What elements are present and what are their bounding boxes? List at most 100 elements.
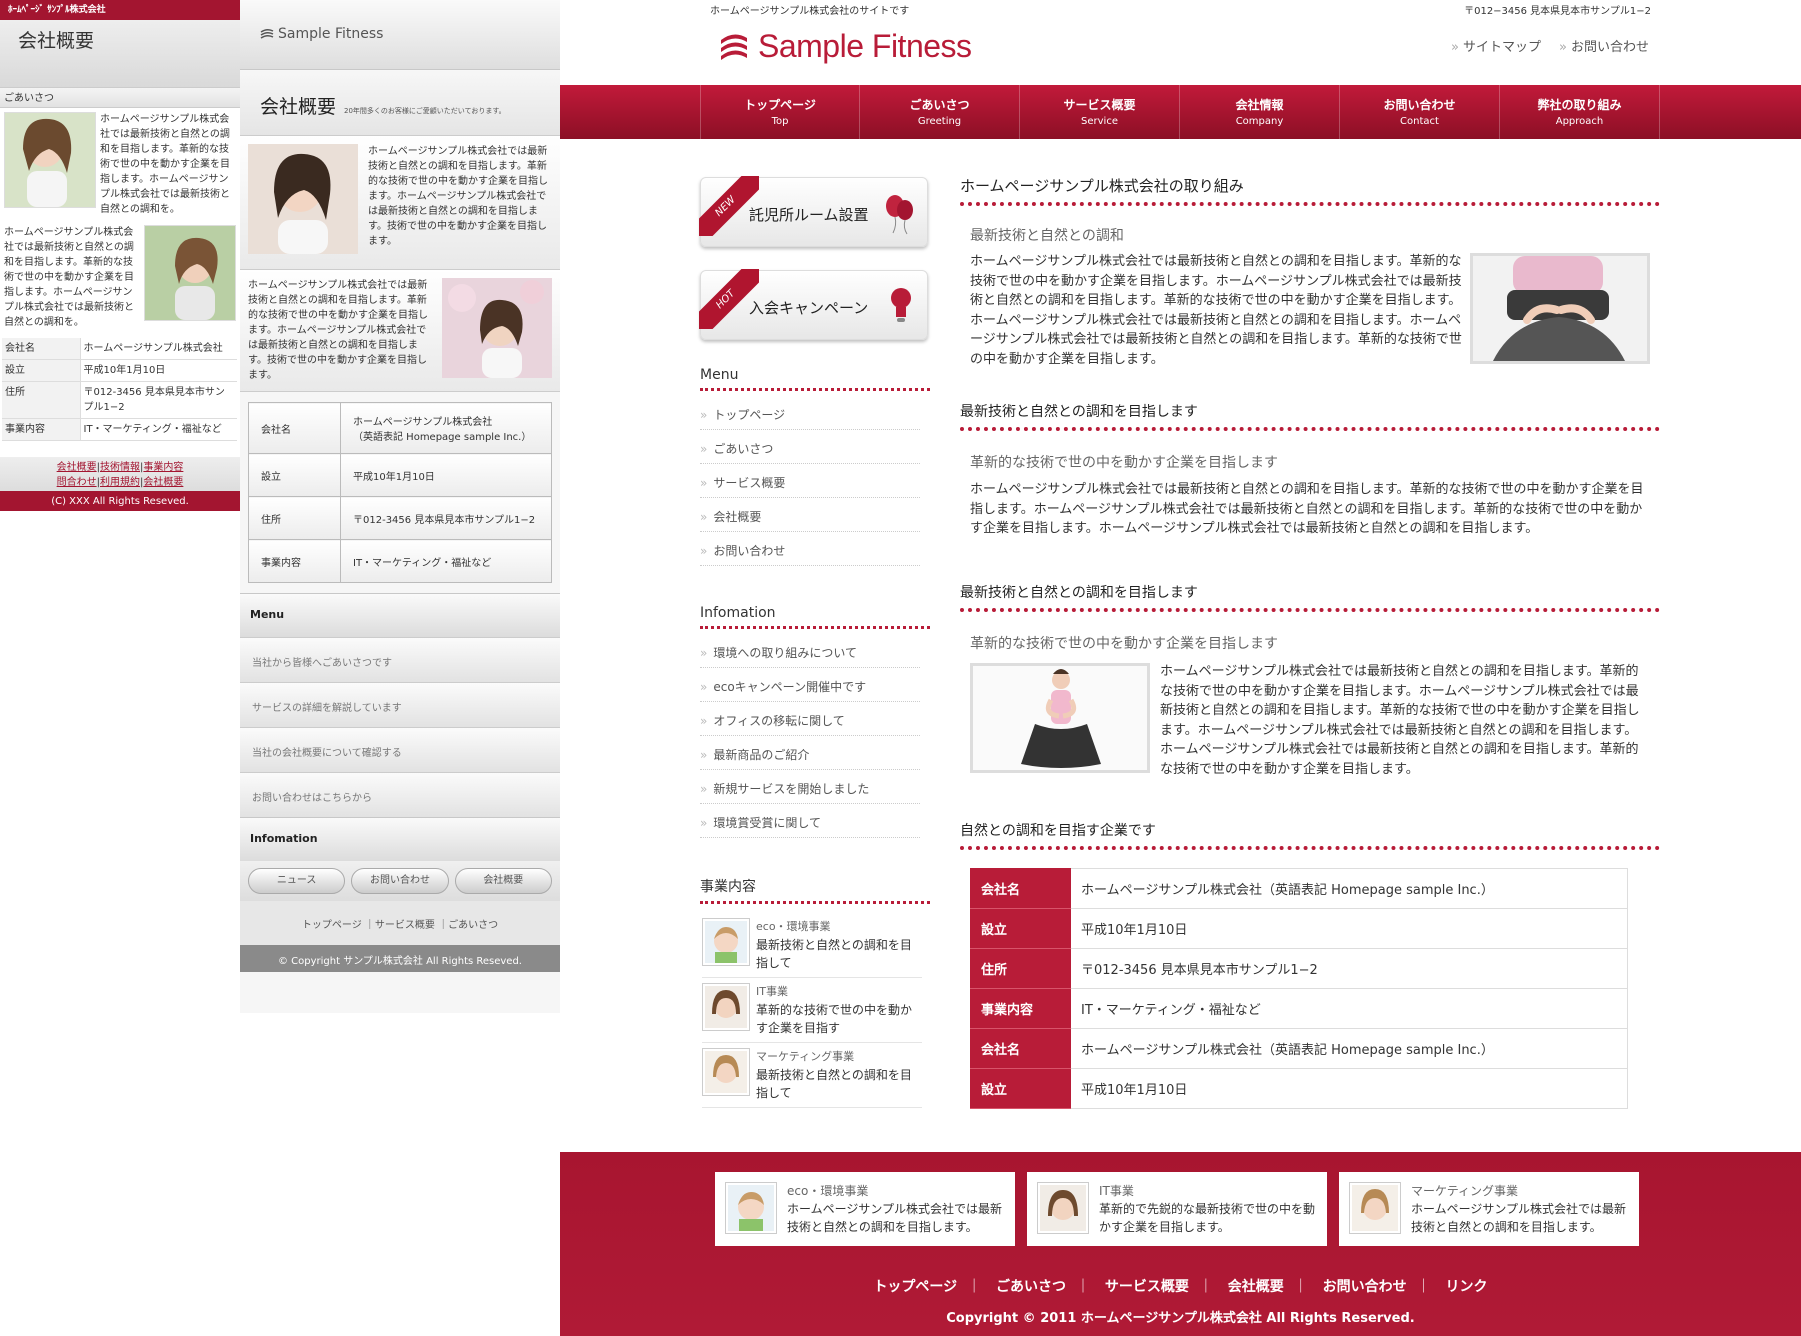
sidebar-item-service[interactable]: » サービス概要: [700, 464, 920, 498]
news-button[interactable]: ニュース: [248, 868, 346, 894]
link-terms[interactable]: 利用規約: [100, 477, 140, 488]
section-heading: 自然との調和を目指す企業です: [960, 820, 1660, 850]
child-avatar: [1349, 1182, 1401, 1234]
smartphone-logo[interactable]: Sample Fitness: [240, 0, 560, 70]
table-value-line: （英語表記 Homepage sample Inc.）: [353, 432, 532, 443]
double-chevron-icon: »: [700, 714, 708, 728]
smartphone-info-heading: Infomation: [240, 817, 560, 861]
site-tagline: ホームページサンプル株式会社のサイトです: [710, 6, 910, 17]
smartphone-button-row: ニュース お問い合わせ 会社概要: [240, 861, 560, 901]
double-chevron-icon: »: [700, 748, 708, 762]
sidebar-item-company[interactable]: » 会社概要: [700, 498, 920, 532]
woman-photo: [248, 144, 358, 254]
smartphone-copyright: © Copyright サンプル株式会社 All Rights Reseved.: [240, 945, 560, 972]
double-chevron-icon: »: [700, 442, 708, 456]
footer-card-eco[interactable]: eco・環境事業 ホームページサンプル株式会社では最新技術と自然との調和を目指しま…: [715, 1172, 1015, 1246]
table-label: 会社名: [970, 1028, 1071, 1069]
table-value: ホームページサンプル株式会社 （英語表記 Homepage sample Inc.…: [340, 402, 552, 454]
sidebar-item-top[interactable]: » トップページ: [700, 396, 920, 430]
info-item[interactable]: » 環境賞受賞に関して: [700, 804, 920, 838]
utility-links: » サイトマップ » お問い合わせ: [1451, 36, 1649, 55]
mobile-footer-links: 会社概要|技術情報|事業内容 問合わせ|利用規約|会社概要: [0, 457, 240, 491]
section-paragraph: ホームページサンプル株式会社では最新技術と自然との調和を目指します。革新的な技術…: [970, 254, 1462, 367]
company-button[interactable]: 会社概要: [454, 868, 552, 894]
sidebar-item-contact[interactable]: » お問い合わせ: [700, 532, 920, 566]
section-paragraph: ホームページサンプル株式会社では最新技術と自然との調和を目指します。革新的な技術…: [970, 482, 1644, 536]
double-chevron-icon: »: [700, 782, 708, 796]
info-item[interactable]: » ecoキャンペーン開催中です: [700, 668, 920, 702]
smartphone-footer-links[interactable]: トップページ ｜サービス概要 ｜ごあいさつ: [240, 901, 560, 945]
table-row: 会社名ホームページサンプル株式会社（英語表記 Homepage sample I…: [970, 1028, 1628, 1069]
table-row: 住所 〒012-3456 見本県見本市サンプル1−2: [2, 381, 237, 419]
business-item-it[interactable]: IT事業 革新的な技術で世の中を動かす企業を目指す: [702, 983, 922, 1043]
nav-top[interactable]: トップページ Top: [700, 85, 860, 139]
table-row: 住所 〒012-3456 見本県見本市サンプル1−2: [248, 496, 552, 540]
link-company[interactable]: 会社概要: [57, 462, 97, 473]
nav-company[interactable]: 会社情報 Company: [1180, 85, 1340, 139]
contact-link[interactable]: » お問い合わせ: [1559, 36, 1649, 55]
site-logo[interactable]: Sample Fitness: [720, 28, 972, 64]
table-label: 事業内容: [2, 418, 81, 441]
section-heading: 最新技術と自然との調和を目指します: [960, 582, 1660, 612]
info-item[interactable]: » 環境への取り組みについて: [700, 634, 920, 668]
table-value-line: ホームページサンプル株式会社: [353, 417, 493, 428]
double-chevron-icon: »: [1559, 40, 1567, 55]
sidebar-info-heading: Infomation: [700, 605, 930, 629]
nav-contact[interactable]: お問い合わせ Contact: [1340, 85, 1500, 139]
menu-item-contact[interactable]: お問い合わせはこちらから: [240, 772, 560, 817]
link-tech[interactable]: 技術情報: [100, 462, 140, 473]
menu-item-service[interactable]: サービスの詳細を解説しています: [240, 682, 560, 727]
mobile-paragraph-2: ホームページサンプル株式会社では最新技術と自然との調和を目指します。革新的な技術…: [4, 227, 134, 328]
menu-item-greeting[interactable]: 当社から皆様へごあいさつです: [240, 637, 560, 682]
double-chevron-icon: »: [700, 510, 708, 524]
info-item[interactable]: » 最新商品のご紹介: [700, 736, 920, 770]
footer-card-marketing[interactable]: マーケティング事業 ホームページサンプル株式会社では最新技術と自然との調和を目指し…: [1339, 1172, 1639, 1246]
footer-link-contact[interactable]: お問い合わせ: [1323, 1279, 1407, 1295]
table-row: 設立 平成10年1月10日: [248, 453, 552, 497]
table-label: 会社名: [248, 402, 341, 454]
section-paragraph: ホームページサンプル株式会社では最新技術と自然との調和を目指します。革新的な技術…: [368, 146, 548, 247]
footer-link-links[interactable]: リンク: [1446, 1279, 1488, 1295]
nav-service[interactable]: サービス概要 Service: [1020, 85, 1180, 139]
sitemap-link[interactable]: » サイトマップ: [1451, 36, 1541, 55]
footer-link-service[interactable]: サービス概要: [1105, 1279, 1189, 1295]
table-value: 〒012-3456 見本県見本市サンプル1−2: [1070, 948, 1628, 989]
sidebar-business-heading: 事業内容: [700, 876, 930, 904]
table-value: 平成10年1月10日: [80, 359, 237, 382]
child-avatar: [702, 983, 750, 1031]
woman-photo: [144, 225, 236, 321]
info-item[interactable]: » オフィスの移転に関して: [700, 702, 920, 736]
table-value: 平成10年1月10日: [1070, 908, 1628, 949]
table-label: 住所: [970, 948, 1071, 989]
footer-link-company[interactable]: 会社概要: [1228, 1279, 1284, 1295]
table-label: 設立: [970, 908, 1071, 949]
table-row: 会社名ホームページサンプル株式会社（英語表記 Homepage sample I…: [970, 868, 1628, 909]
link-business[interactable]: 事業内容: [143, 462, 183, 473]
business-title: IT事業: [756, 985, 788, 998]
nav-greeting[interactable]: ごあいさつ Greeting: [860, 85, 1020, 139]
sidebar-item-greeting[interactable]: » ごあいさつ: [700, 430, 920, 464]
footer-card-it[interactable]: IT事業 革新的で先鋭的な最新技術で世の中を動かす企業を目指します。: [1027, 1172, 1327, 1246]
link-contact[interactable]: 問合わせ: [57, 477, 97, 488]
footer-link-greeting[interactable]: ごあいさつ: [996, 1279, 1066, 1295]
campaign-banner[interactable]: HOT 入会キャンペーン: [699, 269, 928, 340]
nav-approach[interactable]: 弊社の取り組み Approach: [1500, 85, 1660, 139]
menu-item-company[interactable]: 当社の会社概要について確認する: [240, 727, 560, 772]
business-item-marketing[interactable]: マーケティング事業 最新技術と自然との調和を目指して: [702, 1048, 922, 1108]
table-row: 会社名 ホームページサンプル株式会社: [2, 338, 237, 360]
business-item-eco[interactable]: eco・環境事業 最新技術と自然との調和を目指して: [702, 918, 922, 978]
table-value: ホームページサンプル株式会社: [80, 338, 237, 360]
card-text: ホームページサンプル株式会社では最新技術と自然との調和を目指します。: [787, 1202, 1003, 1234]
info-item[interactable]: » 新規サービスを開始しました: [700, 770, 920, 804]
footer-link-top[interactable]: トップページ: [873, 1279, 957, 1295]
section-heading: 最新技術と自然との調和を目指します: [960, 401, 1660, 431]
card-title: マーケティング事業: [1411, 1184, 1519, 1198]
nursery-banner[interactable]: NEW 託児所ルーム設置: [699, 176, 928, 247]
business-title: eco・環境事業: [756, 920, 831, 933]
table-label: 設立: [248, 453, 341, 497]
main-title: ホームページサンプル株式会社の取り組み: [960, 175, 1660, 206]
contact-button[interactable]: お問い合わせ: [351, 868, 449, 894]
table-value: IT・マーケティング・福祉など: [80, 418, 237, 441]
table-value: IT・マーケティング・福祉など: [340, 539, 552, 583]
link-company-2[interactable]: 会社概要: [143, 477, 183, 488]
